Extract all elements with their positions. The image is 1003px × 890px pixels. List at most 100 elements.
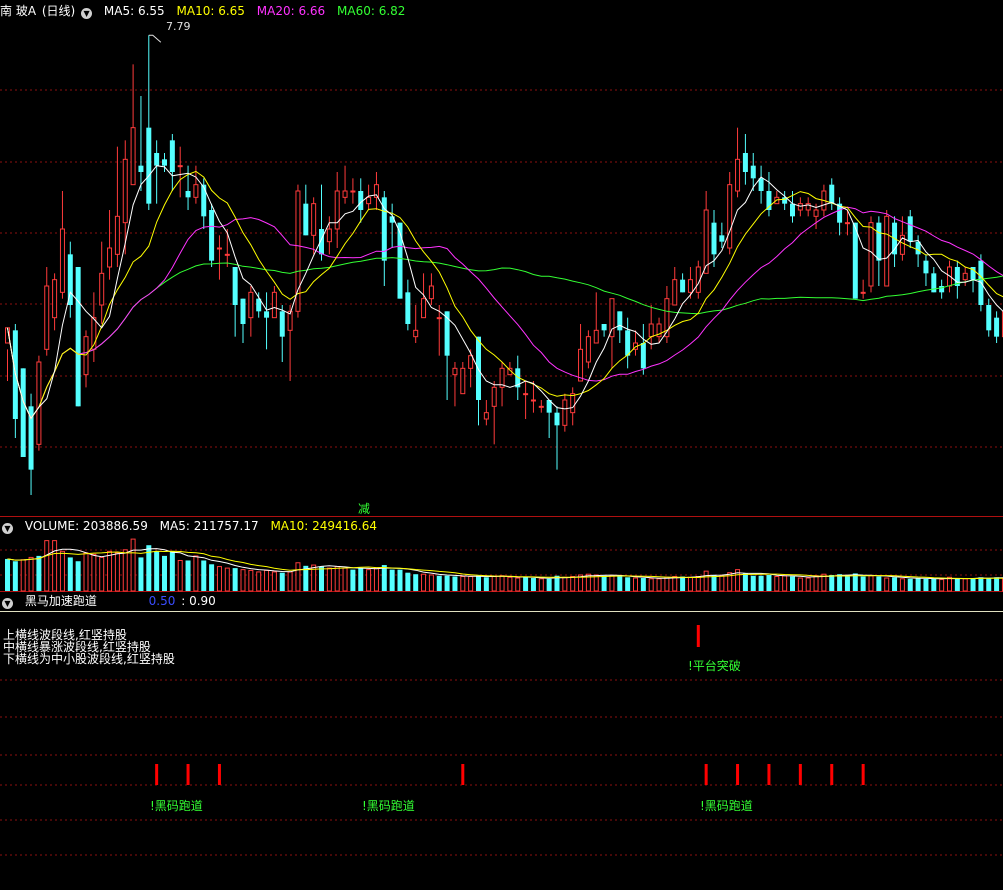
candle-body-42	[334, 190, 340, 230]
candle-body-125	[986, 305, 992, 331]
chevron-down-icon[interactable]: ▼	[81, 8, 93, 19]
candle-body-46	[366, 196, 372, 205]
volume-bar-99	[782, 575, 788, 592]
indicator-top-bar-0	[696, 625, 700, 647]
volume-bar-15	[122, 549, 128, 592]
volume-bar-83	[656, 578, 662, 592]
volume-bar-57	[452, 576, 458, 591]
candle-body-115	[907, 216, 913, 242]
candle-body-78	[617, 311, 623, 331]
volume-bar-13	[107, 550, 113, 592]
volume-bar-96	[758, 575, 764, 591]
volume-bar-78	[617, 576, 623, 591]
high-price-marker	[148, 34, 162, 43]
volume-bar-98	[774, 576, 780, 592]
candle-body-53	[421, 298, 427, 319]
volume-bar-58	[460, 576, 466, 592]
candle-body-111	[876, 222, 882, 261]
candle-body-86	[680, 279, 686, 293]
indicator-bottom-bar-5	[736, 764, 740, 785]
candle-body-112	[884, 215, 890, 287]
volume-bar-32	[256, 571, 262, 592]
candle-body-21	[169, 140, 175, 172]
candle-body-20	[162, 159, 167, 166]
candle-body-33	[264, 311, 270, 318]
candle-body-67	[530, 399, 536, 402]
candle-body-6	[52, 279, 58, 319]
candle-body-19	[154, 153, 160, 166]
volume-bar-44	[350, 569, 356, 591]
candle-body-9	[75, 267, 81, 407]
volume-bar-101	[797, 577, 803, 592]
volume-bar-94	[742, 573, 748, 591]
candle-body-126	[994, 317, 1000, 337]
volume-bar-115	[907, 578, 913, 591]
indicator-panel-header: ▼ 黑马加速跑道 0.50 : 0.90	[0, 591, 224, 611]
high-price-label: 7.79	[166, 20, 191, 33]
volume-bar-6	[52, 540, 58, 592]
indicator-bottom-bar-3	[461, 764, 465, 785]
candle-body-74	[585, 336, 591, 363]
volume-bar-97	[766, 574, 772, 591]
volume-bar-110	[868, 575, 874, 592]
volume-bar-41	[326, 567, 332, 592]
volume-value: VOLUME: 203886.59	[24, 519, 148, 533]
candle-body-38	[303, 203, 309, 236]
candle-body-51	[405, 292, 411, 324]
volume-bar-37	[295, 562, 301, 592]
candle-body-110	[868, 222, 874, 287]
volume-panel-header: ▼ VOLUME: 203886.59 MA5: 211757.17 MA10:…	[0, 516, 385, 536]
candle-body-2	[20, 368, 26, 457]
volume-bar-112	[884, 577, 890, 592]
volume-bar-64	[507, 576, 513, 592]
volume-bar-77	[609, 575, 615, 592]
candle-body-85	[672, 279, 678, 306]
candle-body-29	[232, 267, 238, 305]
volume-bar-42	[334, 566, 340, 592]
platform-breakout-label: !平台突破	[688, 659, 741, 673]
volume-bar-9	[75, 561, 81, 591]
volume-bar-26	[209, 564, 215, 591]
candle-body-58	[460, 367, 466, 395]
candle-body-91	[719, 235, 725, 242]
candle-body-72	[570, 393, 576, 414]
volume-bar-119	[939, 579, 945, 592]
candle-body-26	[209, 210, 215, 261]
volume-bar-116	[915, 578, 921, 591]
volume-bar-72	[570, 576, 576, 592]
candle-body-105	[829, 184, 835, 204]
volume-bar-75	[593, 574, 599, 592]
volume-bar-14	[114, 552, 120, 592]
candle-body-31	[248, 291, 254, 319]
candle-body-54	[428, 285, 434, 300]
ma20-value: MA20: 6.66	[256, 4, 326, 18]
chevron-down-icon[interactable]: ▼	[2, 523, 13, 534]
volume-bar-12	[99, 556, 105, 592]
volume-bar-54	[428, 574, 434, 592]
volume-bar-27	[216, 566, 222, 592]
volume-bar-117	[923, 578, 929, 591]
volume-bar-11	[91, 553, 97, 592]
indicator-bottom-bar-9	[861, 764, 865, 785]
candle-body-44	[350, 190, 356, 193]
dark-horse-label-2: !黑码跑道	[362, 799, 415, 813]
dark-horse-label-1: !黑码跑道	[150, 799, 203, 813]
volume-bar-88	[695, 576, 701, 592]
volume-bar-79	[625, 577, 631, 591]
volume-bar-48	[381, 565, 387, 591]
candle-body-76	[601, 324, 607, 331]
chevron-down-icon[interactable]: ▼	[2, 598, 13, 609]
volume-bar-62	[491, 576, 497, 592]
volume-bar-50	[397, 569, 403, 591]
stock-chart	[0, 34, 1003, 856]
volume-bar-109	[860, 576, 866, 591]
volume-bar-91	[719, 575, 725, 592]
volume-bar-76	[601, 575, 607, 591]
candle-body-28	[224, 253, 230, 256]
volume-bar-20	[162, 555, 167, 591]
dark-horse-label-3: !黑码跑道	[700, 799, 753, 813]
volume-bar-120	[947, 576, 952, 592]
volume-bar-63	[499, 575, 505, 592]
volume-bar-25	[201, 560, 207, 591]
volume-bar-36	[287, 571, 293, 592]
